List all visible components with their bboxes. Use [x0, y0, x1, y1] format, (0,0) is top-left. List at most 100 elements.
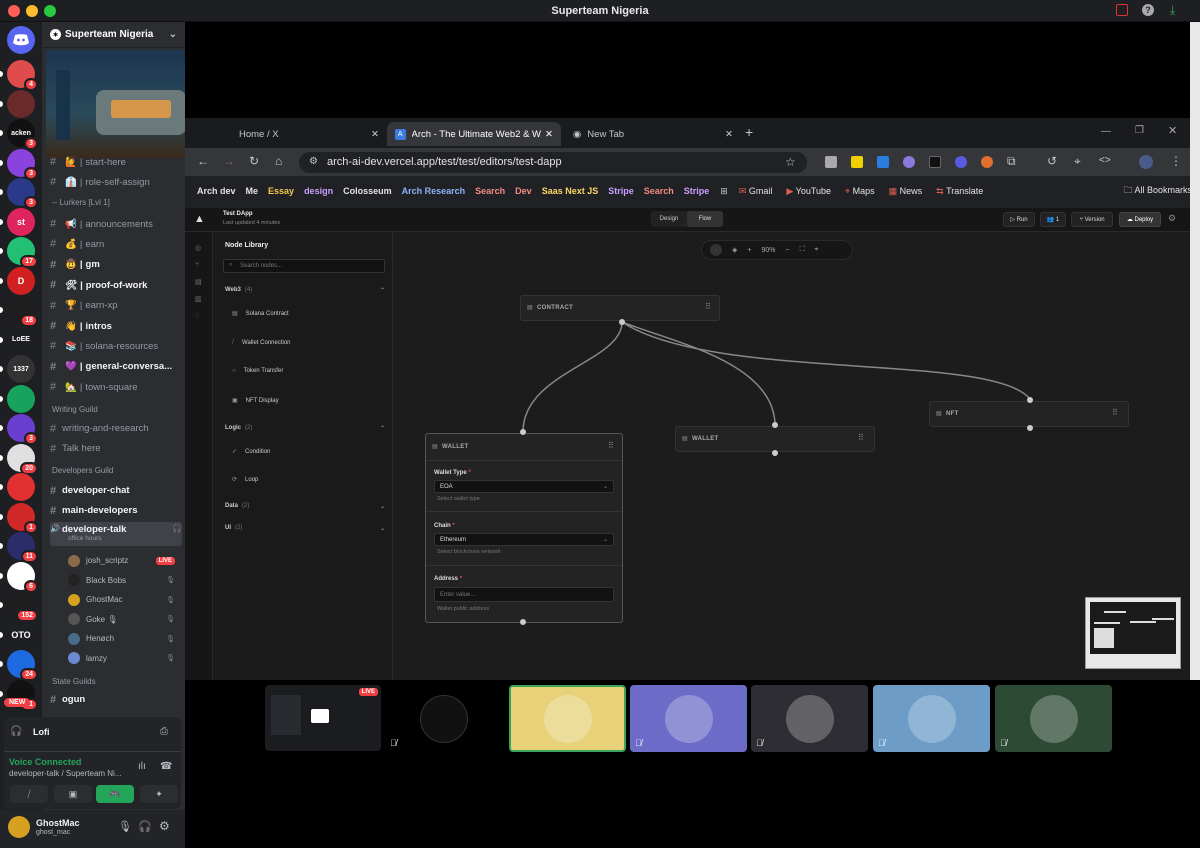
server-icon[interactable]: 1 [7, 502, 38, 534]
design-mode-button[interactable]: Design [651, 211, 687, 227]
headphones-icon[interactable]: 🎧 [138, 820, 152, 833]
extensions-puzzle-icon[interactable]: ⧉ [1007, 154, 1016, 169]
server-icon[interactable]: 3 [7, 148, 38, 180]
wallet-node[interactable]: ▤ WALLET ⠿ Wallet Type * EOA ⌄ Select wal… [425, 433, 623, 623]
star-icon[interactable]: ☆ [785, 155, 796, 169]
channel-item[interactable]: # 🏆 | earn-xp [50, 297, 182, 315]
library-section-header[interactable]: UI (2) ⌄ [225, 525, 385, 532]
voice-user[interactable]: Black Bobs 🎙 [68, 571, 183, 589]
bookmark-folder[interactable]: design [304, 186, 333, 196]
server-icon[interactable]: st [7, 207, 35, 236]
server-header[interactable]: ✶ Superteam Nigeria ⌄ [42, 22, 185, 48]
activity-settings-icon[interactable]: ⎙ [160, 726, 168, 737]
soundboard-button[interactable]: ✦ [140, 785, 178, 803]
nft-output-port[interactable] [1027, 425, 1033, 431]
devtools-icon[interactable]: <> [1099, 155, 1111, 166]
server-icon[interactable] [7, 473, 35, 501]
nft-node[interactable]: ▤ NFT ⠿ [929, 401, 1129, 427]
library-node-item[interactable]: ▤ Solana Contract [232, 310, 289, 318]
library-node-item[interactable]: ▣ NFT Display [232, 397, 279, 405]
branch-icon[interactable]: ⑂ [195, 261, 199, 268]
wallet2-output-port[interactable] [772, 450, 778, 456]
run-button[interactable]: ▷ Run [1003, 212, 1035, 227]
microphone-icon[interactable]: 🎙 [118, 820, 132, 833]
site-info-icon[interactable]: ⚙ [309, 156, 318, 167]
voice-user[interactable]: josh_scriptz LIVE [68, 552, 183, 570]
category-state-guilds[interactable]: State Guilds [52, 677, 96, 686]
home-icon[interactable]: ⌂ [275, 154, 282, 168]
category-developers-guild[interactable]: Developers Guild [52, 466, 113, 475]
participant-tile[interactable]: 🎙̸ [630, 685, 747, 752]
window-close-icon[interactable]: ✕ [1168, 124, 1177, 137]
server-icon[interactable]: 6 [7, 561, 38, 593]
contract-node[interactable]: ▤ CONTRACT ⠿ [520, 295, 720, 321]
extension-icon[interactable] [903, 156, 915, 168]
extension-icon[interactable] [981, 156, 993, 168]
channel-item[interactable]: # 🛠 | proof-of-work [50, 276, 182, 294]
forward-arrow-icon[interactable]: → [223, 154, 235, 168]
library-section-header[interactable]: Web3 (4) ⌃ [225, 287, 385, 294]
disconnect-icon[interactable]: ☎ [160, 761, 172, 772]
wallet2-input-port[interactable] [772, 422, 778, 428]
shield-icon[interactable]: ◌ [195, 312, 199, 319]
bookmark-folder[interactable]: Essay [268, 186, 294, 196]
help-icon[interactable]: ? [1142, 4, 1154, 16]
extension-icon[interactable] [955, 156, 967, 168]
window-restore-icon[interactable]: ❐ [1135, 125, 1144, 136]
extension-shield-icon[interactable] [825, 156, 837, 168]
bookmark-folder[interactable]: Saas Next JS [542, 186, 599, 196]
bookmark-folder[interactable]: Dev [515, 186, 532, 196]
pointer-icon[interactable]: · [710, 244, 722, 256]
drag-handle-icon[interactable]: ⠿ [705, 302, 711, 311]
server-icon[interactable]: 20 [7, 443, 38, 475]
bookmark-folder[interactable]: Me [246, 186, 259, 196]
download-icon[interactable]: ⤓ [1170, 3, 1175, 18]
channel-item[interactable]: # 📚 | solana-resources [50, 337, 182, 355]
channel-item[interactable]: # main-developers [50, 502, 182, 520]
database-icon[interactable]: ▥ [195, 295, 202, 303]
server-icon[interactable]: 17 [7, 237, 38, 268]
chain-select[interactable]: Ethereum ⌄ [434, 533, 614, 546]
channel-item[interactable]: # 💰 | earn [50, 235, 182, 253]
server-icon[interactable]: 18 [7, 296, 38, 327]
more-menu-icon[interactable]: ⋮ [1170, 154, 1182, 168]
participant-tile[interactable]: 🎙̸ [751, 685, 868, 752]
address-input[interactable]: Enter value... [434, 587, 614, 602]
category-lurkers[interactable]: -- Lurkers [Lvl 1] [52, 198, 110, 207]
server-icon[interactable] [7, 89, 35, 118]
settings-gear-icon[interactable]: ⚙ [1168, 213, 1176, 224]
participant-tile[interactable]: 🎙̸ [385, 685, 502, 752]
zoom-in-icon[interactable]: + [747, 247, 751, 254]
extension-icon[interactable] [929, 156, 941, 168]
bookmark-folder[interactable]: Search [475, 186, 505, 196]
bookmark-folder[interactable]: Stripe [608, 186, 634, 196]
close-tab-icon[interactable]: ✕ [371, 129, 379, 140]
server-icon[interactable]: 4 [7, 60, 38, 91]
drag-handle-icon[interactable]: ⠿ [1112, 408, 1118, 417]
voice-channel-name[interactable]: developer-talk / Superteam Ni... [9, 769, 122, 778]
tab-new-tab[interactable]: ◉ New Tab ✕ [565, 122, 741, 146]
activities-button[interactable]: 🎮 [96, 785, 134, 803]
window-minimize-icon[interactable]: — [1101, 126, 1111, 137]
channel-item[interactable]: # developer-chat [50, 482, 182, 500]
wallet-output-port[interactable] [520, 619, 526, 625]
library-node-item[interactable]: ✓ Condition [232, 448, 270, 456]
file-icon[interactable]: ▤ [195, 278, 202, 286]
server-icon[interactable]: 3 [7, 178, 38, 209]
new-tab-button[interactable]: + [745, 124, 753, 140]
nft-input-port[interactable] [1027, 397, 1033, 403]
reload-icon[interactable]: ↻ [249, 154, 259, 168]
server-icon[interactable]: 152 [7, 591, 38, 622]
deploy-button[interactable]: ☁ Deploy [1119, 212, 1161, 227]
all-bookmarks[interactable]: 🗀 All Bookmarks [1123, 183, 1192, 199]
bookmark-link[interactable]: ▶ YouTube [786, 186, 831, 197]
server-icon[interactable]: acken 3 [7, 119, 38, 150]
pan-icon[interactable]: ◈ [732, 246, 737, 254]
drag-handle-icon[interactable]: ⠿ [608, 441, 614, 450]
bookmark-folder[interactable]: Colosseum [343, 186, 392, 196]
fit-view-icon[interactable]: ⛶ [800, 246, 805, 254]
channel-item[interactable]: # 👋 | intros [50, 317, 182, 335]
channel-item[interactable]: # writing-and-research [50, 420, 182, 438]
bookmark-folder[interactable]: Stripe [684, 186, 710, 196]
voice-user[interactable]: lamzy 🎙 [68, 649, 183, 667]
